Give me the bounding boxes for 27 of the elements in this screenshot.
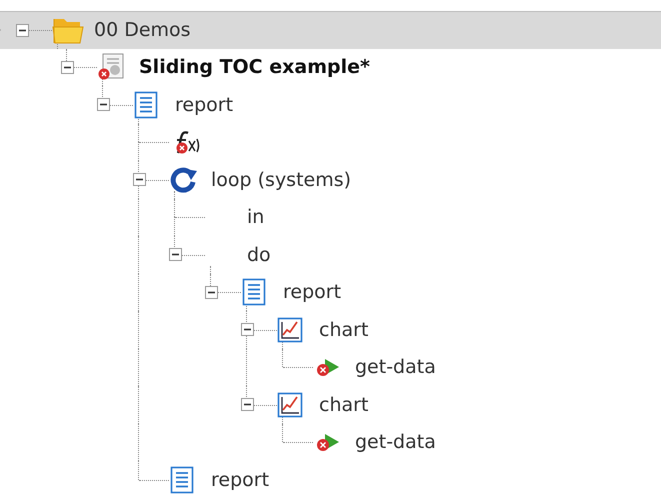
loop-icon bbox=[169, 166, 199, 194]
node-label[interactable]: Sliding TOC example* bbox=[139, 56, 370, 78]
node-label[interactable]: 00 Demos bbox=[94, 19, 191, 42]
node-label[interactable]: in bbox=[247, 206, 264, 228]
collapse-toggle[interactable] bbox=[240, 323, 254, 336]
node-label[interactable]: loop (systems) bbox=[211, 168, 352, 191]
document-error-icon bbox=[97, 52, 125, 82]
node-label[interactable]: chart bbox=[319, 318, 368, 341]
chart-icon bbox=[277, 390, 303, 419]
node-label[interactable]: get-data bbox=[355, 356, 436, 378]
chart-icon bbox=[277, 316, 303, 344]
report-icon bbox=[241, 278, 267, 306]
collapse-toggle[interactable] bbox=[204, 286, 218, 299]
node-label[interactable]: do bbox=[247, 244, 271, 266]
node-label[interactable]: chart bbox=[319, 394, 368, 416]
node-label[interactable]: report bbox=[283, 281, 342, 304]
collapse-toggle[interactable] bbox=[16, 24, 28, 37]
node-label[interactable]: report bbox=[211, 468, 270, 491]
collapse-toggle[interactable] bbox=[168, 248, 182, 262]
node-label[interactable]: get-data bbox=[355, 431, 436, 454]
node-label[interactable]: report bbox=[175, 94, 234, 116]
selected-tree-row[interactable]: 00 Demos bbox=[0, 11, 661, 48]
report-icon bbox=[133, 90, 159, 119]
collapse-toggle[interactable] bbox=[96, 98, 110, 112]
collapse-toggle[interactable] bbox=[132, 173, 146, 186]
collapse-toggle[interactable] bbox=[60, 60, 74, 74]
collapse-toggle[interactable] bbox=[240, 398, 254, 412]
